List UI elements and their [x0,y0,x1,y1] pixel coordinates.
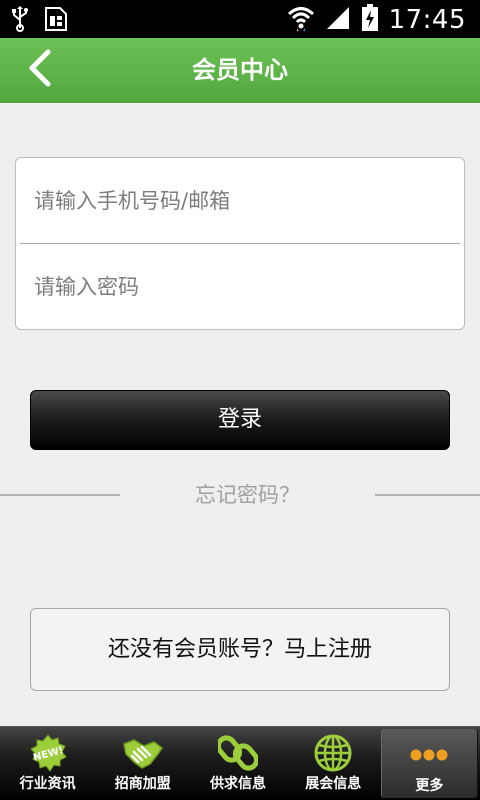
chain-link-icon [216,733,260,773]
tab-industry-news[interactable]: NEW! 行业资讯 [0,727,95,800]
tab-label: 行业资讯 [19,776,76,792]
handshake-icon [121,733,165,773]
login-form [15,157,465,330]
divider-left [0,494,120,496]
battery-charging-icon [361,4,379,36]
status-left-icons [10,6,68,36]
tab-more[interactable]: 更多 [380,729,479,798]
tab-label: 展会信息 [305,776,362,792]
status-time: 17:45 [388,5,466,35]
header-bar: 会员中心 [0,38,480,103]
tab-franchise[interactable]: 招商加盟 [95,727,190,800]
more-dots-icon [407,735,451,775]
forgot-password-link[interactable]: 忘记密码？ [120,480,375,510]
status-right-icons: 17:45 [287,4,466,36]
tab-label: 更多 [415,778,444,794]
login-button[interactable]: 登录 [30,390,450,450]
tab-supply-demand[interactable]: 供求信息 [190,727,285,800]
globe-icon [311,733,355,773]
page-title: 会员中心 [192,56,288,84]
tab-label: 招商加盟 [114,776,171,792]
usb-icon [10,6,30,36]
bottom-tab-bar: NEW! 行业资讯 招商加盟 供求信息 展会信息 更多 [0,726,480,800]
new-badge-icon: NEW! [26,733,70,773]
signal-icon [325,5,351,35]
wifi-icon [287,4,315,36]
password-input[interactable] [16,244,464,330]
register-button[interactable]: 还没有会员账号？马上注册 [30,608,450,691]
divider-right [375,494,480,496]
account-input[interactable] [16,158,464,244]
tab-label: 供求信息 [210,776,266,792]
status-bar: 17:45 [0,0,480,38]
sim-icon [44,6,68,36]
tab-exhibition[interactable]: 展会信息 [286,727,381,800]
